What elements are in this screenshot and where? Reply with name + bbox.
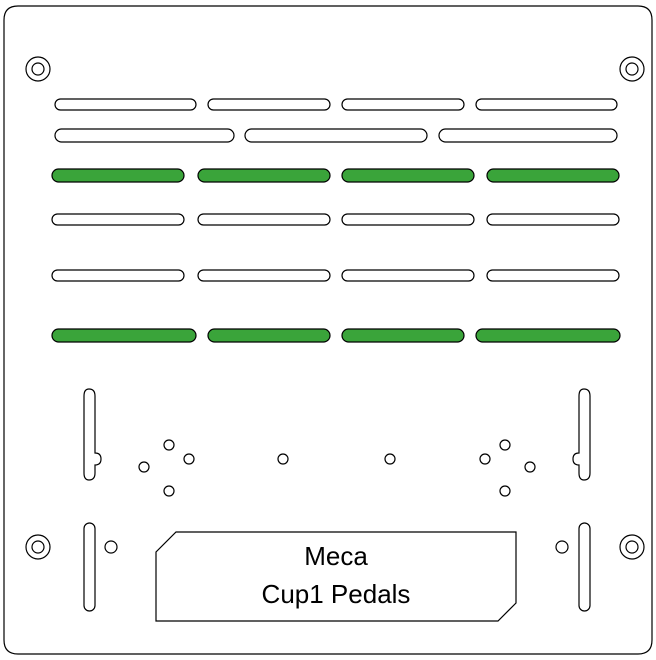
slot (341, 98, 465, 111)
slot (486, 269, 620, 282)
slot (51, 269, 185, 282)
slot (197, 213, 331, 226)
slot (51, 213, 185, 226)
hole-bottom-left (104, 540, 118, 554)
hole-bottom-right (555, 540, 569, 554)
label-line-2: Cup1 Pedals (262, 579, 411, 609)
hole-center-right (384, 453, 396, 465)
mounting-plate-diagram: Meca Cup1 Pedals (3, 5, 653, 655)
slot (341, 269, 475, 282)
highlighted-slot (197, 168, 331, 183)
slot (54, 98, 197, 111)
slot (244, 128, 428, 143)
highlighted-slot (51, 328, 197, 343)
corner-hole-bottom-right (619, 534, 645, 560)
corner-hole-bottom-left (25, 534, 51, 560)
slot (438, 128, 618, 143)
slot (197, 269, 331, 282)
vertical-slot-left (83, 522, 96, 612)
slot (341, 213, 475, 226)
slot-row-2 (54, 128, 618, 143)
corner-hole-top-right (619, 56, 645, 82)
corner-hole-top-left (25, 56, 51, 82)
highlighted-slot (341, 328, 465, 343)
slot (54, 128, 235, 143)
slot (207, 98, 331, 111)
label-line-1: Meca (304, 541, 368, 571)
highlighted-slot (51, 168, 185, 183)
highlighted-slot (486, 168, 620, 183)
slot (475, 98, 618, 111)
highlighted-slot (341, 168, 475, 183)
vertical-slot-right (578, 522, 591, 612)
hole-center-left (277, 453, 289, 465)
slot (486, 213, 620, 226)
highlighted-slot (475, 328, 621, 343)
highlighted-slot (207, 328, 331, 343)
